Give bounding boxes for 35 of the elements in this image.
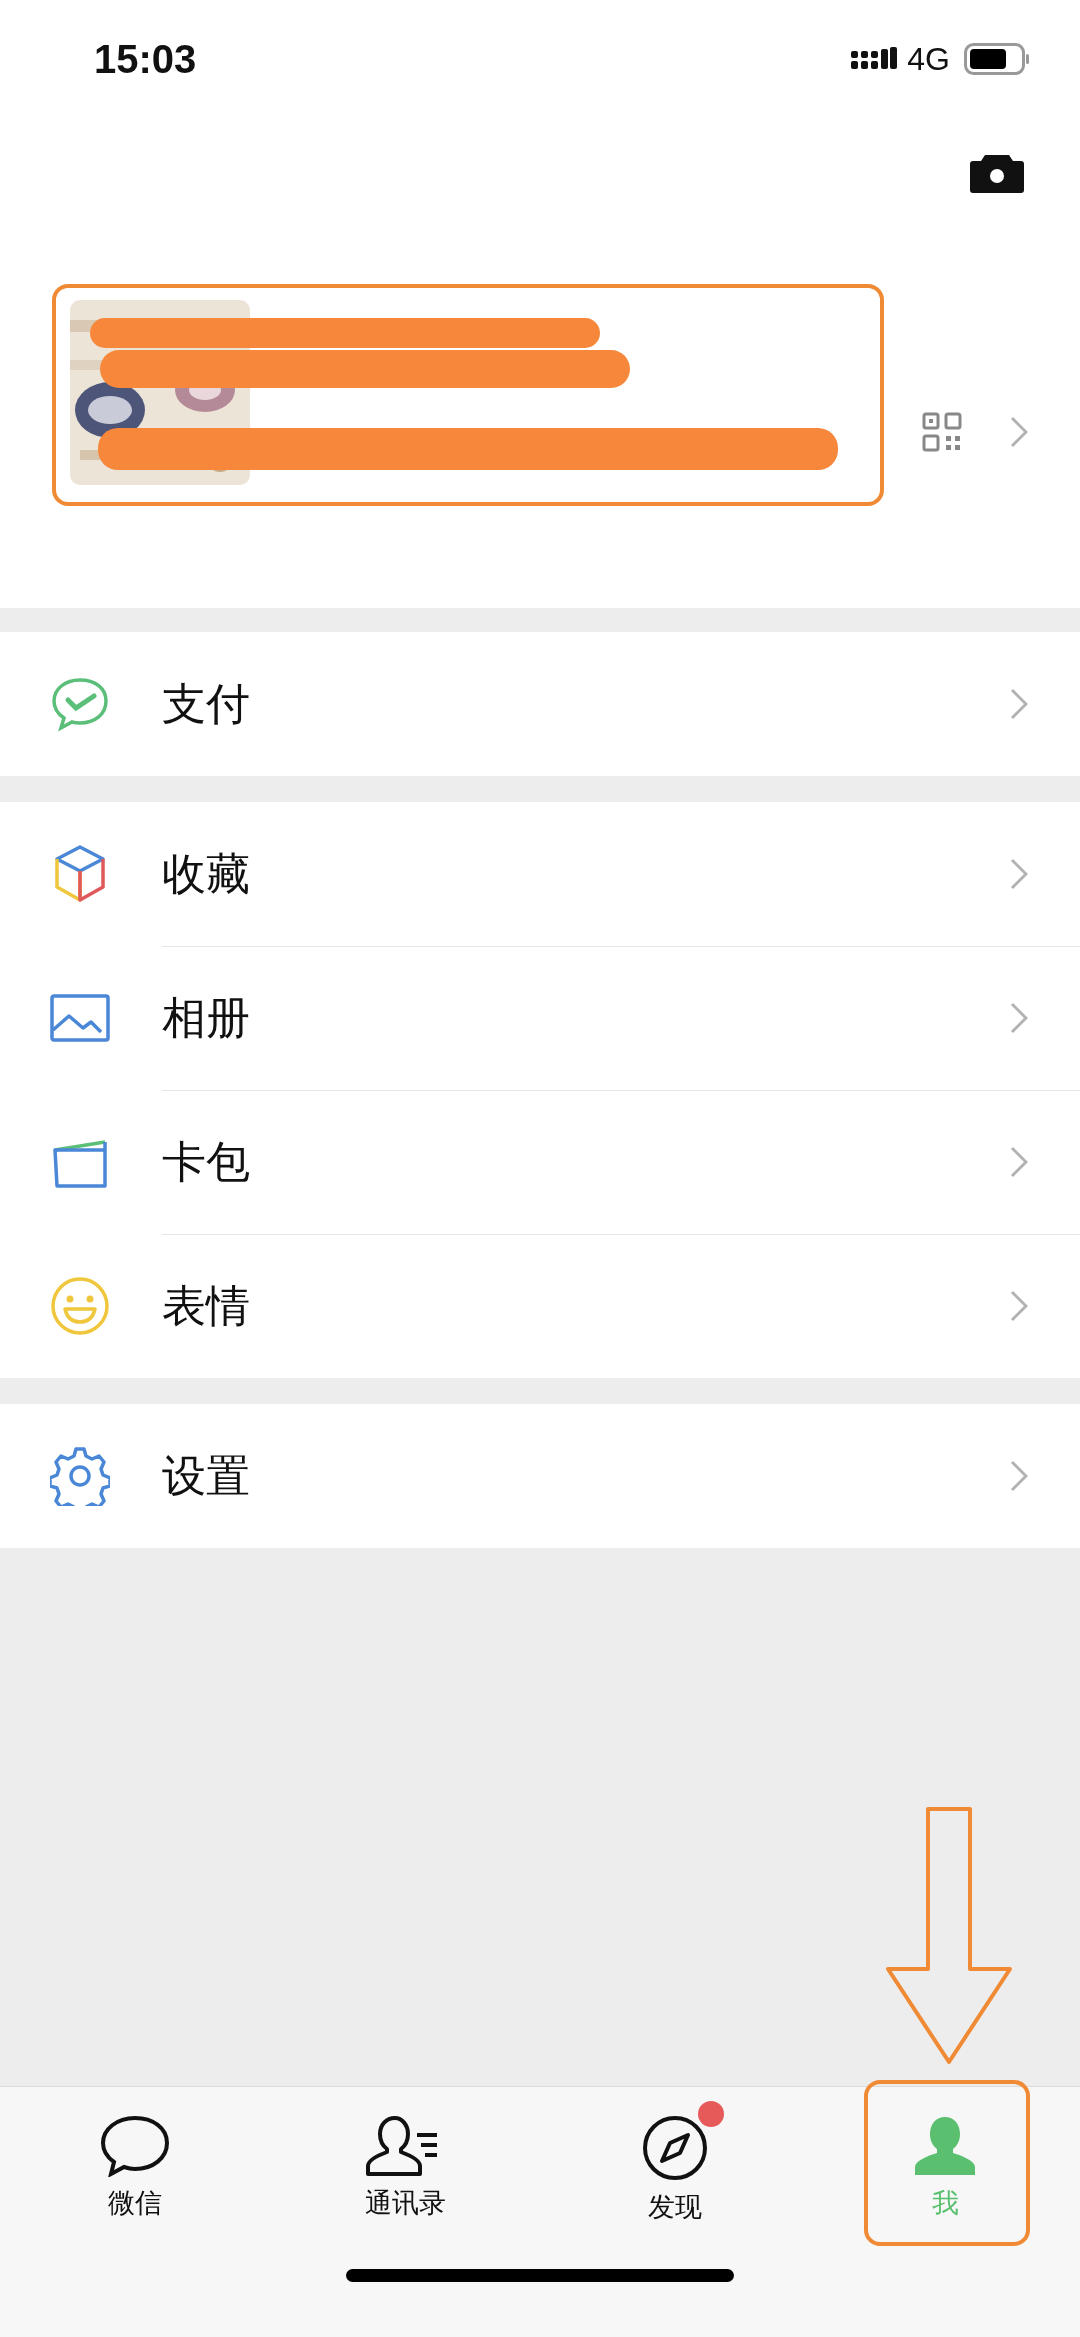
tab[interactable]: 通讯录 <box>270 2087 540 2257</box>
chevron-right-icon <box>1010 688 1028 720</box>
signal-icon <box>851 47 898 71</box>
menu-label: 相册 <box>162 990 250 1045</box>
menu-label: 表情 <box>162 1278 250 1333</box>
menu-label: 卡包 <box>162 1134 250 1189</box>
chevron-right-icon <box>1010 1460 1028 1492</box>
menu-label: 收藏 <box>162 846 250 901</box>
smiley-icon <box>50 1276 110 1336</box>
pay-icon <box>50 676 110 732</box>
chevron-right-icon <box>1010 416 1028 448</box>
menu-item[interactable]: 卡包 <box>0 1090 1080 1234</box>
battery-icon <box>964 43 1030 75</box>
menu-item[interactable]: 收藏 <box>0 802 1080 946</box>
menu-item[interactable]: 支付 <box>0 632 1080 776</box>
menu-label: 设置 <box>162 1448 250 1503</box>
qr-code-icon[interactable] <box>922 412 962 452</box>
camera-icon[interactable] <box>970 153 1024 193</box>
image-icon <box>50 994 110 1042</box>
menu-item[interactable]: 设置 <box>0 1404 1080 1548</box>
chevron-right-icon <box>1010 1146 1028 1178</box>
gear-icon <box>50 1446 110 1506</box>
menu-item[interactable]: 表情 <box>0 1234 1080 1378</box>
chevron-right-icon <box>1010 1290 1028 1322</box>
menu-label: 支付 <box>162 676 250 731</box>
network-type: 4G <box>907 40 950 78</box>
chevron-right-icon <box>1010 858 1028 890</box>
chevron-right-icon <box>1010 1002 1028 1034</box>
status-time: 15:03 <box>94 36 197 82</box>
cube-icon <box>52 844 108 904</box>
speech-bubble-icon <box>100 2115 170 2177</box>
menu-item[interactable]: 相册 <box>0 946 1080 1090</box>
tab[interactable]: 微信 <box>0 2087 270 2257</box>
compass-icon <box>642 2115 708 2181</box>
tab[interactable]: 发现 <box>540 2087 810 2257</box>
